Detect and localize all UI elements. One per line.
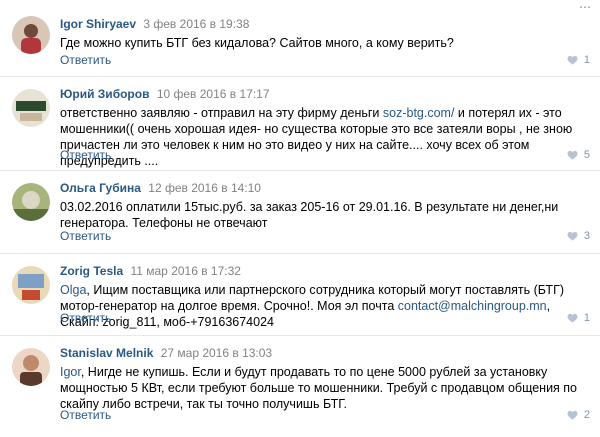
comment-link[interactable]: soz-btg.com/: [383, 106, 455, 120]
comment-item: Ольга Губина 12 фев 2016 в 14:10 03.02.2…: [0, 171, 600, 254]
avatar[interactable]: [12, 16, 50, 54]
comment-date[interactable]: 10 фев 2016 в 17:17: [157, 87, 270, 101]
comment-item: Юрий Зиборов 10 фев 2016 в 17:17 ответст…: [0, 77, 600, 171]
comment-text: 03.02.2016 оплатили 15тыс.руб. за заказ …: [60, 200, 559, 230]
comment-author[interactable]: Stanislav Melnik: [60, 346, 153, 360]
heart-icon: [567, 410, 578, 420]
comment-author[interactable]: Zorig Tesla: [60, 264, 123, 278]
comment-date[interactable]: 27 мар 2016 в 13:03: [161, 346, 272, 360]
like-button[interactable]: 1: [567, 312, 590, 324]
comment-author[interactable]: Igor Shiryaev: [60, 17, 136, 31]
comment-date[interactable]: 12 фев 2016 в 14:10: [148, 181, 261, 195]
like-count: 1: [583, 312, 590, 324]
comment-item: Igor Shiryaev 3 фев 2016 в 19:38 Где мож…: [0, 0, 600, 77]
comment-mention[interactable]: Olga: [60, 283, 86, 297]
comment-date[interactable]: 11 мар 2016 в 17:32: [130, 264, 241, 278]
avatar[interactable]: [12, 348, 50, 386]
comment-item: Zorig Tesla 11 мар 2016 в 17:32 Olga, Ищ…: [0, 254, 600, 336]
comment-text: ответственно заявляю - отправил на эту ф…: [60, 106, 573, 168]
avatar[interactable]: [12, 266, 50, 304]
heart-icon: [567, 231, 578, 241]
comment-text: Igor, Нигде не купишь. Если и будут прод…: [60, 365, 578, 411]
like-count: 3: [583, 230, 590, 242]
like-count: 2: [583, 409, 590, 421]
comment-link[interactable]: contact@malchingroup.mn: [398, 299, 547, 313]
like-button[interactable]: 3: [567, 230, 590, 242]
reply-button[interactable]: Ответить: [60, 53, 111, 67]
comment-author[interactable]: Ольга Губина: [60, 181, 141, 195]
reply-button[interactable]: Ответить: [60, 408, 111, 422]
comment-date[interactable]: 3 фев 2016 в 19:38: [143, 17, 249, 31]
avatar[interactable]: [12, 183, 50, 221]
comment-item: Stanislav Melnik 27 мар 2016 в 13:03 Igo…: [0, 336, 600, 437]
reply-button[interactable]: Ответить: [60, 148, 111, 162]
comment-author[interactable]: Юрий Зиборов: [60, 87, 149, 101]
like-button[interactable]: 2: [567, 409, 590, 421]
reply-button[interactable]: Ответить: [60, 311, 111, 325]
like-count: 5: [583, 149, 590, 161]
avatar[interactable]: [12, 89, 50, 127]
heart-icon: [567, 55, 578, 65]
comment-text: Где можно купить БТГ без кидалова? Сайто…: [60, 36, 454, 50]
like-count: 1: [583, 54, 590, 66]
like-button[interactable]: 1: [567, 54, 590, 66]
comment-mention[interactable]: Igor: [60, 365, 81, 379]
heart-icon: [567, 150, 578, 160]
reply-button[interactable]: Ответить: [60, 229, 111, 243]
comment-text: Olga, Ищим поставщика или партнерского с…: [60, 283, 564, 329]
like-button[interactable]: 5: [567, 149, 590, 161]
heart-icon: [567, 313, 578, 323]
